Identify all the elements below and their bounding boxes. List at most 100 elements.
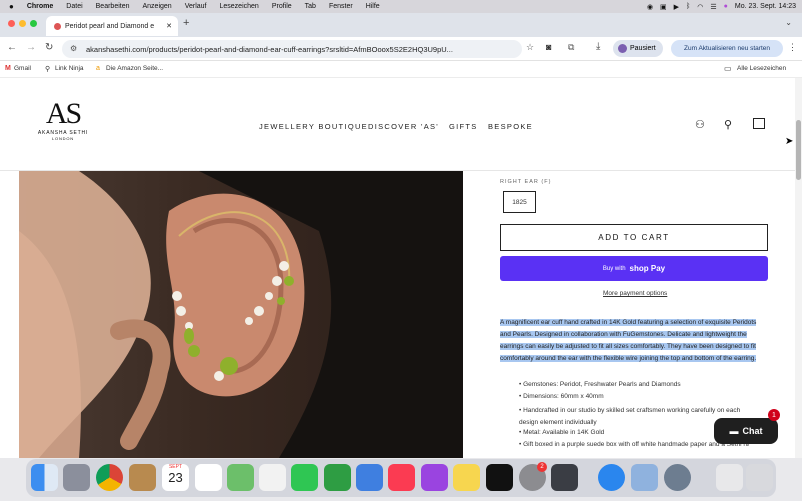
wifi-icon[interactable]: ◠ <box>697 3 703 11</box>
window-maximize-button[interactable] <box>30 20 37 27</box>
menu-verlauf[interactable]: Verlauf <box>185 3 207 10</box>
status-box-icon[interactable]: ▣ <box>660 3 667 11</box>
menu-app-name[interactable]: Chrome <box>27 3 53 10</box>
status-play-icon[interactable]: ▶ <box>674 3 679 11</box>
contacts-icon[interactable] <box>129 464 156 491</box>
preview-icon[interactable] <box>631 464 658 491</box>
mouse-cursor-icon: ➤ <box>785 136 794 147</box>
menu-fenster[interactable]: Fenster <box>329 3 353 10</box>
bookmark-star-icon[interactable]: ☆ <box>526 42 534 53</box>
status-circle-icon[interactable]: ◉ <box>647 3 653 11</box>
music-icon[interactable] <box>388 464 415 491</box>
tab-search-icon[interactable]: ⌄ <box>785 18 792 27</box>
search-icon[interactable]: ⚲ <box>724 118 732 131</box>
clock[interactable]: Mo. 23. Sept. 14:23 <box>735 3 796 10</box>
control-center-icon[interactable]: ☰ <box>710 3 716 11</box>
product-image[interactable] <box>19 171 463 458</box>
maps-icon[interactable] <box>227 464 254 491</box>
bullet-gift-box: • Gift boxed in a purple suede box with … <box>519 441 749 448</box>
bullet-dimensions: • Dimensions: 60mm x 40mm <box>519 393 604 400</box>
numbers-icon[interactable] <box>324 464 351 491</box>
buy-with-label: Buy with <box>602 265 626 272</box>
downloads-stack-icon[interactable] <box>716 464 743 491</box>
menu-kebab-icon[interactable]: ⋮ <box>788 42 797 53</box>
nav-jewellery-boutique[interactable]: JEWELLERY BOUTIQUE <box>259 122 368 131</box>
reload-icon[interactable]: ↻ <box>45 42 53 53</box>
bookmark-link-ninja[interactable]: Link Ninja <box>55 65 84 72</box>
cart-icon[interactable] <box>753 118 765 129</box>
macos-menu-bar: ● Chrome Datei Bearbeiten Anzeigen Verla… <box>0 0 802 13</box>
product-description: A magnificent ear cuff hand crafted in 1… <box>500 317 768 365</box>
podcasts-icon[interactable] <box>421 464 448 491</box>
safari-icon[interactable] <box>598 464 625 491</box>
bullet-gemstones: • Gemstones: Peridot, Freshwater Pearls … <box>519 381 681 388</box>
scrollbar-thumb[interactable] <box>796 120 801 180</box>
update-label: Zum Aktualisieren neu starten <box>684 45 770 52</box>
site-logo[interactable]: AS AKANSHA SETHI LONDON <box>30 97 96 142</box>
nav-discover[interactable]: DISCOVER 'AS' <box>368 122 439 131</box>
logo-mark: AS <box>45 97 82 130</box>
all-bookmarks[interactable]: Alle Lesezeichen <box>737 65 786 72</box>
ear-cuff-photo <box>19 171 463 458</box>
trash-icon[interactable] <box>746 464 773 491</box>
facetime-icon[interactable] <box>291 464 318 491</box>
menu-lesezeichen[interactable]: Lesezeichen <box>220 3 259 10</box>
reminders-icon[interactable] <box>195 464 222 491</box>
bookmarks-bar: M Gmail ⚲ Link Ninja a Die Amazon Seite.… <box>0 61 802 78</box>
gmail-icon: M <box>5 65 11 72</box>
add-to-cart-button[interactable]: ADD TO CART <box>500 224 768 251</box>
shop-pay-button[interactable]: Buy with shop Pay <box>500 256 768 281</box>
launchpad-icon[interactable] <box>63 464 90 491</box>
apple-icon[interactable]: ● <box>9 2 14 11</box>
site-info-icon[interactable]: ⚙ <box>70 44 77 53</box>
menu-tab[interactable]: Tab <box>305 3 316 10</box>
address-bar[interactable]: ⚙ akanshasethi.com/products/peridot-pear… <box>62 40 522 58</box>
menu-anzeigen[interactable]: Anzeigen <box>143 3 172 10</box>
freeform-icon[interactable] <box>259 464 286 491</box>
more-payment-options-link[interactable]: More payment options <box>603 290 667 297</box>
chrome-icon[interactable] <box>96 464 123 491</box>
window-close-button[interactable] <box>8 20 15 27</box>
bookmark-amazon[interactable]: Die Amazon Seite... <box>106 65 163 72</box>
new-tab-icon[interactable]: + <box>183 17 189 29</box>
back-icon[interactable]: ← <box>7 42 17 53</box>
calendar-day: 23 <box>168 470 183 485</box>
folder-icon: ▭ <box>724 64 732 73</box>
shop-pay-logo: shop Pay <box>629 264 666 273</box>
extension-icon[interactable]: ◙ <box>546 42 551 52</box>
keynote-icon[interactable] <box>356 464 383 491</box>
download-icon[interactable]: ⤓ <box>596 41 600 52</box>
window-minimize-button[interactable] <box>19 20 26 27</box>
update-button[interactable]: Zum Aktualisieren neu starten <box>671 40 783 57</box>
screenshot-icon[interactable] <box>551 464 578 491</box>
bookmark-gmail[interactable]: Gmail <box>14 65 31 72</box>
favicon-icon <box>54 22 61 30</box>
calendar-icon[interactable]: SEPT 23 <box>162 464 189 491</box>
amazon-icon: a <box>96 65 100 72</box>
notes-icon[interactable] <box>453 464 480 491</box>
tab-close-icon[interactable]: ✕ <box>166 22 172 30</box>
link-icon: ⚲ <box>45 66 51 73</box>
logo-sub: LONDON <box>52 136 74 141</box>
chat-button[interactable]: ▬ Chat <box>714 418 778 444</box>
option-1825[interactable]: 1825 <box>503 191 536 213</box>
nav-bespoke[interactable]: BESPOKE <box>488 122 533 131</box>
nav-gifts[interactable]: GIFTS <box>449 122 478 131</box>
finder-icon[interactable] <box>31 464 58 491</box>
tab-active[interactable]: Peridot pearl and Diamond e ✕ <box>46 16 178 36</box>
bluetooth-icon[interactable]: ᛒ <box>686 3 690 10</box>
chat-badge-count: 1 <box>772 411 776 419</box>
menu-datei[interactable]: Datei <box>66 3 82 10</box>
account-icon[interactable]: ⚇ <box>695 118 705 131</box>
settings-badge-count: 2 <box>540 464 544 470</box>
forward-icon[interactable]: → <box>26 42 36 53</box>
profile-button[interactable]: Pausiert <box>613 40 663 57</box>
extensions-puzzle-icon[interactable]: ⧉ <box>568 42 574 53</box>
menu-hilfe[interactable]: Hilfe <box>366 3 380 10</box>
quicktime-icon[interactable] <box>664 464 691 491</box>
page-scrollbar[interactable] <box>795 78 802 458</box>
menu-profile[interactable]: Profile <box>272 3 292 10</box>
menu-bearbeiten[interactable]: Bearbeiten <box>96 3 130 10</box>
tv-icon[interactable] <box>486 464 513 491</box>
siri-icon[interactable]: ● <box>724 3 728 10</box>
